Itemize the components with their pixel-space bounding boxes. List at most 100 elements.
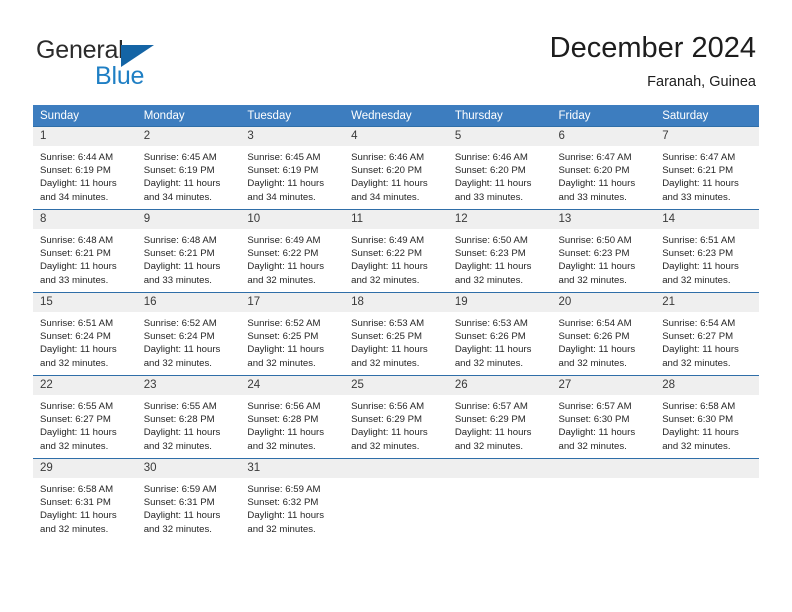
sunrise-time: Sunrise: 6:54 AM <box>662 318 736 329</box>
sunset-time: Sunset: 6:28 PM <box>247 414 319 426</box>
calendar-day-cell[interactable]: 2 Sunrise: 6:45 AM Sunset: 6:19 PM Daylight… <box>136 126 241 210</box>
calendar-day-cell[interactable]: 6 Sunrise: 6:47 AM Sunset: 6:20 PM Daylight… <box>551 126 656 210</box>
calendar-day-cell[interactable]: 20 Sunrise: 6:54 AM Sunset: 6:26 PM Dayligh… <box>551 292 656 376</box>
day-sun-info: Sunrise: 6:55 AM Sunset: 6:27 PM Daylight:… <box>33 395 137 453</box>
day-cell-content: 25 Sunrise: 6:56 AM Sunset: 6:29 PM Dayligh… <box>344 376 448 458</box>
sunrise-time: Sunrise: 6:52 AM <box>247 318 321 329</box>
daylight-duration-line2: and 32 minutes. <box>454 440 524 452</box>
day-sun-info: Sunrise: 6:48 AM Sunset: 6:21 PM Daylight:… <box>137 229 241 287</box>
day-number: 11 <box>344 210 448 229</box>
sunrise-time: Sunrise: 6:50 AM <box>454 235 528 246</box>
sunrise-time: Sunrise: 6:47 AM <box>662 152 736 163</box>
calendar-page: General Blue December 2024 Faranah, Guin… <box>0 0 792 612</box>
daylight-duration-line1: Daylight: 11 hours <box>351 261 428 273</box>
calendar-day-cell[interactable]: 12 Sunrise: 6:50 AM Sunset: 6:23 PM Dayligh… <box>447 209 552 293</box>
calendar-day-cell[interactable]: 10 Sunrise: 6:49 AM Sunset: 6:22 PM Dayligh… <box>240 209 345 293</box>
day-number: 25 <box>344 376 448 395</box>
day-sun-info: Sunrise: 6:59 AM Sunset: 6:31 PM Daylight:… <box>137 478 241 536</box>
daylight-duration-line2: and 32 minutes. <box>143 357 212 369</box>
page-title: December 2024 <box>549 32 756 64</box>
calendar-empty-cell <box>447 458 552 541</box>
day-sun-info: Sunrise: 6:45 AM Sunset: 6:19 PM Daylight:… <box>137 146 241 204</box>
day-number: 13 <box>551 210 656 229</box>
calendar-day-cell[interactable]: 24 Sunrise: 6:56 AM Sunset: 6:28 PM Dayligh… <box>240 375 345 459</box>
sunrise-time: Sunrise: 6:45 AM <box>247 152 321 163</box>
daylight-duration-line2: and 33 minutes. <box>454 191 524 203</box>
day-cell-content: 13 Sunrise: 6:50 AM Sunset: 6:23 PM Dayligh… <box>551 210 656 292</box>
day-cell-content <box>551 459 656 541</box>
day-cell-content: 20 Sunrise: 6:54 AM Sunset: 6:26 PM Dayligh… <box>551 293 656 375</box>
calendar-day-cell[interactable]: 8 Sunrise: 6:48 AM Sunset: 6:21 PM Daylight… <box>33 209 137 293</box>
calendar-day-cell[interactable]: 31 Sunrise: 6:59 AM Sunset: 6:32 PM Dayligh… <box>240 458 345 541</box>
calendar-day-cell[interactable]: 4 Sunrise: 6:46 AM Sunset: 6:20 PM Daylight… <box>344 126 448 210</box>
daylight-duration-line1: Daylight: 11 hours <box>143 427 221 439</box>
calendar-day-cell[interactable]: 3 Sunrise: 6:45 AM Sunset: 6:19 PM Daylight… <box>240 126 345 210</box>
sunrise-time: Sunrise: 6:52 AM <box>143 318 217 329</box>
day-number: 27 <box>551 376 656 395</box>
calendar-day-cell[interactable]: 7 Sunrise: 6:47 AM Sunset: 6:21 PM Daylight… <box>655 126 759 210</box>
sunset-time: Sunset: 6:23 PM <box>454 248 526 260</box>
weekday-header-saturday: Saturday <box>655 105 759 127</box>
calendar-day-cell[interactable]: 11 Sunrise: 6:49 AM Sunset: 6:22 PM Dayligh… <box>344 209 448 293</box>
day-sun-info: Sunrise: 6:52 AM Sunset: 6:24 PM Daylight:… <box>137 312 241 370</box>
calendar-day-cell[interactable]: 13 Sunrise: 6:50 AM Sunset: 6:23 PM Dayligh… <box>551 209 656 293</box>
daylight-duration-line1: Daylight: 11 hours <box>558 261 636 273</box>
calendar-day-cell[interactable]: 23 Sunrise: 6:55 AM Sunset: 6:28 PM Dayligh… <box>136 375 241 459</box>
calendar-day-cell[interactable]: 27 Sunrise: 6:57 AM Sunset: 6:30 PM Dayligh… <box>551 375 656 459</box>
sunrise-time: Sunrise: 6:58 AM <box>40 484 114 495</box>
daylight-duration-line1: Daylight: 11 hours <box>558 178 636 190</box>
daylight-duration-line1: Daylight: 11 hours <box>454 344 532 356</box>
daylight-duration-line2: and 32 minutes. <box>351 274 420 286</box>
sunrise-time: Sunrise: 6:55 AM <box>143 401 217 412</box>
day-number: 29 <box>33 459 137 478</box>
weekday-header-thursday: Thursday <box>447 105 552 127</box>
calendar-day-cell[interactable]: 25 Sunrise: 6:56 AM Sunset: 6:29 PM Dayligh… <box>344 375 448 459</box>
calendar-day-cell[interactable]: 14 Sunrise: 6:51 AM Sunset: 6:23 PM Dayligh… <box>655 209 759 293</box>
calendar-day-cell[interactable]: 28 Sunrise: 6:58 AM Sunset: 6:30 PM Dayligh… <box>655 375 759 459</box>
sunset-time: Sunset: 6:22 PM <box>247 248 319 260</box>
sunrise-time: Sunrise: 6:47 AM <box>558 152 632 163</box>
calendar-day-cell[interactable]: 18 Sunrise: 6:53 AM Sunset: 6:25 PM Dayligh… <box>344 292 448 376</box>
calendar-day-cell[interactable]: 1 Sunrise: 6:44 AM Sunset: 6:19 PM Daylight… <box>33 126 137 210</box>
sunset-time: Sunset: 6:19 PM <box>143 165 215 177</box>
day-number: 7 <box>655 127 759 146</box>
daylight-duration-line1: Daylight: 11 hours <box>662 427 739 439</box>
calendar-day-cell[interactable]: 30 Sunrise: 6:59 AM Sunset: 6:31 PM Dayligh… <box>136 458 241 541</box>
day-sun-info <box>344 478 448 483</box>
calendar-day-cell[interactable]: 21 Sunrise: 6:54 AM Sunset: 6:27 PM Dayligh… <box>655 292 759 376</box>
calendar-day-cell[interactable]: 16 Sunrise: 6:52 AM Sunset: 6:24 PM Dayligh… <box>136 292 241 376</box>
day-sun-info: Sunrise: 6:51 AM Sunset: 6:23 PM Daylight:… <box>655 229 759 287</box>
day-number: 3 <box>240 127 345 146</box>
day-number: 18 <box>344 293 448 312</box>
weekday-header-tuesday: Tuesday <box>240 105 345 127</box>
title-block: December 2024 Faranah, Guinea <box>550 30 756 92</box>
daylight-duration-line1: Daylight: 11 hours <box>454 178 532 190</box>
calendar-day-cell[interactable]: 19 Sunrise: 6:53 AM Sunset: 6:26 PM Dayligh… <box>447 292 552 376</box>
calendar-day-cell[interactable]: 17 Sunrise: 6:52 AM Sunset: 6:25 PM Dayligh… <box>240 292 345 376</box>
calendar-day-cell[interactable]: 9 Sunrise: 6:48 AM Sunset: 6:21 PM Daylight… <box>136 209 241 293</box>
calendar-header-row-group: Sunday Monday Tuesday Wednesday Thursday… <box>33 105 759 127</box>
daylight-duration-line1: Daylight: 11 hours <box>454 261 532 273</box>
calendar-day-cell[interactable]: 15 Sunrise: 6:51 AM Sunset: 6:24 PM Dayligh… <box>33 292 137 376</box>
sunset-time: Sunset: 6:21 PM <box>40 248 111 260</box>
sunrise-time: Sunrise: 6:51 AM <box>662 235 736 246</box>
day-cell-content: 26 Sunrise: 6:57 AM Sunset: 6:29 PM Dayligh… <box>447 376 552 458</box>
calendar-day-cell[interactable]: 26 Sunrise: 6:57 AM Sunset: 6:29 PM Dayligh… <box>447 375 552 459</box>
weekday-header-wednesday: Wednesday <box>344 105 448 127</box>
day-number: 15 <box>33 293 137 312</box>
calendar-day-cell[interactable]: 29 Sunrise: 6:58 AM Sunset: 6:31 PM Dayligh… <box>33 458 137 541</box>
day-number: 24 <box>240 376 345 395</box>
calendar-week-row: 15 Sunrise: 6:51 AM Sunset: 6:24 PM Dayligh… <box>33 292 759 376</box>
calendar-day-cell[interactable]: 22 Sunrise: 6:55 AM Sunset: 6:27 PM Dayligh… <box>33 375 137 459</box>
daylight-duration-line1: Daylight: 11 hours <box>247 427 325 439</box>
daylight-duration-line1: Daylight: 11 hours <box>454 427 532 439</box>
day-cell-content: 17 Sunrise: 6:52 AM Sunset: 6:25 PM Dayligh… <box>240 293 345 375</box>
day-number: 1 <box>33 127 137 146</box>
day-number: 10 <box>240 210 345 229</box>
daylight-duration-line1: Daylight: 11 hours <box>351 178 428 190</box>
day-number: 14 <box>655 210 759 229</box>
calendar-day-cell[interactable]: 5 Sunrise: 6:46 AM Sunset: 6:20 PM Daylight… <box>447 126 552 210</box>
day-sun-info: Sunrise: 6:53 AM Sunset: 6:25 PM Daylight:… <box>344 312 448 370</box>
daylight-duration-line2: and 32 minutes. <box>40 440 109 452</box>
weekday-header-sunday: Sunday <box>33 105 137 127</box>
